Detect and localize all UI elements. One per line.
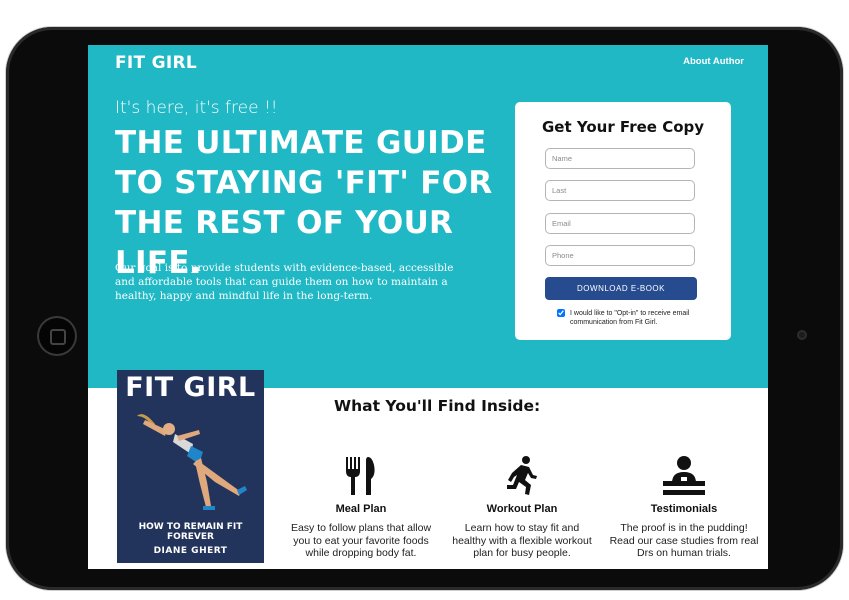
- book-subtitle: HOW TO REMAIN FIT FOREVER: [138, 522, 243, 542]
- name-field[interactable]: [545, 148, 695, 169]
- athlete-image: [137, 414, 247, 510]
- last-name-field[interactable]: [545, 180, 695, 201]
- brand-logo[interactable]: FIT GIRL: [115, 53, 197, 73]
- home-button[interactable]: [37, 316, 77, 356]
- hero-headline: THE ULTIMATE GUIDE TO STAYING 'FIT' FOR …: [115, 125, 493, 281]
- email-field[interactable]: [545, 213, 695, 234]
- download-ebook-button[interactable]: DOWNLOAD E-BOOK: [545, 277, 697, 300]
- hero-section: FIT GIRL About Author It's here, it's fr…: [88, 45, 768, 388]
- feature-meal-plan: Meal Plan Easy to follow plans that allo…: [286, 455, 436, 560]
- optin-label: I would like to "Opt-in" to receive emai…: [570, 310, 690, 326]
- runner-icon: [507, 456, 537, 495]
- about-author-link[interactable]: About Author: [683, 56, 744, 67]
- feature-name: Meal Plan: [335, 503, 387, 515]
- feature-name: Workout Plan: [486, 503, 558, 515]
- hero-description: Our goal is to provide students with evi…: [115, 262, 454, 302]
- hero-tagline: It's here, it's free !!: [115, 98, 278, 118]
- section-title: What You'll Find Inside:: [334, 397, 541, 415]
- book-title: FIT GIRL: [125, 372, 256, 403]
- feature-testimonials: Testimonials The proof is in the pudding…: [609, 455, 759, 560]
- speaker-podium-icon: [663, 456, 705, 495]
- feature-description: Easy to follow plans that allow you to e…: [290, 522, 432, 559]
- book-cover: FIT GIRL HOW TO REMAIN FIT FOREVER DIANE…: [117, 370, 264, 563]
- optin-checkbox-row[interactable]: I would like to "Opt-in" to receive emai…: [557, 309, 717, 327]
- feature-name: Testimonials: [650, 503, 718, 515]
- fork-knife-icon: [346, 457, 375, 495]
- signup-form: Get Your Free Copy DOWNLOAD E-BOOK I wou…: [515, 102, 731, 340]
- phone-field[interactable]: [545, 245, 695, 266]
- optin-checkbox[interactable]: [557, 309, 565, 317]
- screen: FIT GIRL About Author It's here, it's fr…: [88, 45, 768, 569]
- book-author: DIANE GHERT: [153, 546, 228, 556]
- feature-description: The proof is in the pudding! Read our ca…: [609, 522, 759, 559]
- feature-description: Learn how to stay fit and healthy with a…: [452, 522, 592, 559]
- form-title: Get Your Free Copy: [541, 118, 705, 136]
- feature-workout-plan: Workout Plan Learn how to stay fit and h…: [447, 455, 597, 560]
- camera-lens: [797, 330, 807, 340]
